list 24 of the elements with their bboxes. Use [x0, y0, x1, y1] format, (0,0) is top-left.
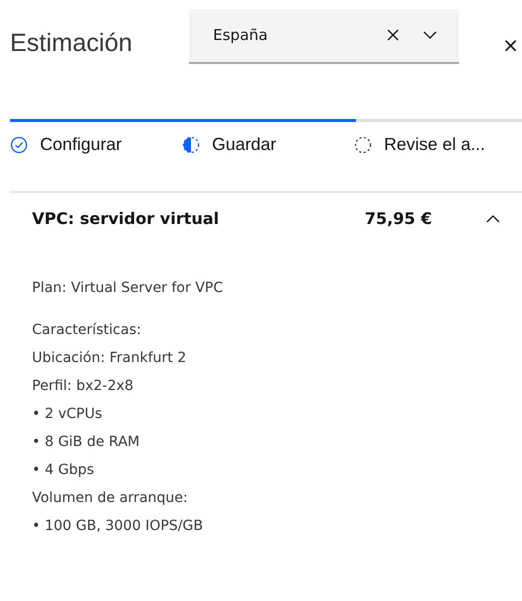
close-button[interactable]: ×: [502, 33, 522, 57]
step-label[interactable]: Guardar: [212, 134, 276, 155]
half-circle-icon: [182, 136, 200, 154]
detail-line: Características:: [32, 321, 142, 340]
item-price: 75,95 €: [364, 209, 432, 228]
panel-title: Estimación: [10, 28, 134, 58]
detail-line: Perfil: bx2-2x8: [32, 377, 134, 396]
plan-text: Plan: Virtual Server for VPC: [32, 280, 224, 296]
item-name: VPC: servidor virtual: [32, 209, 220, 228]
chevron-icon[interactable]: [486, 214, 500, 222]
detail-line: • 4 Gbps: [32, 461, 95, 480]
clear-icon[interactable]: [387, 29, 399, 41]
chevron-down-icon[interactable]: [423, 31, 437, 39]
detail-line: Volumen de arranque:: [32, 489, 189, 508]
step-label[interactable]: Configurar: [40, 134, 122, 155]
detail-line: • 8 GiB de RAM: [32, 433, 141, 452]
detail-line: • 100 GB, 3000 IOPS/GB: [32, 517, 204, 536]
step-label[interactable]: Revise el a...: [384, 134, 486, 155]
dashed-circle-icon: [354, 136, 372, 154]
country-dropdown[interactable]: España: [189, 8, 459, 64]
accordion-header[interactable]: VPC: servidor virtual 75,95 €: [0, 193, 522, 244]
detail-line: • 2 vCPUs: [32, 405, 104, 424]
check-circle-icon: [10, 136, 28, 154]
detail-line: Ubicación: Frankfurt 2: [32, 349, 188, 368]
